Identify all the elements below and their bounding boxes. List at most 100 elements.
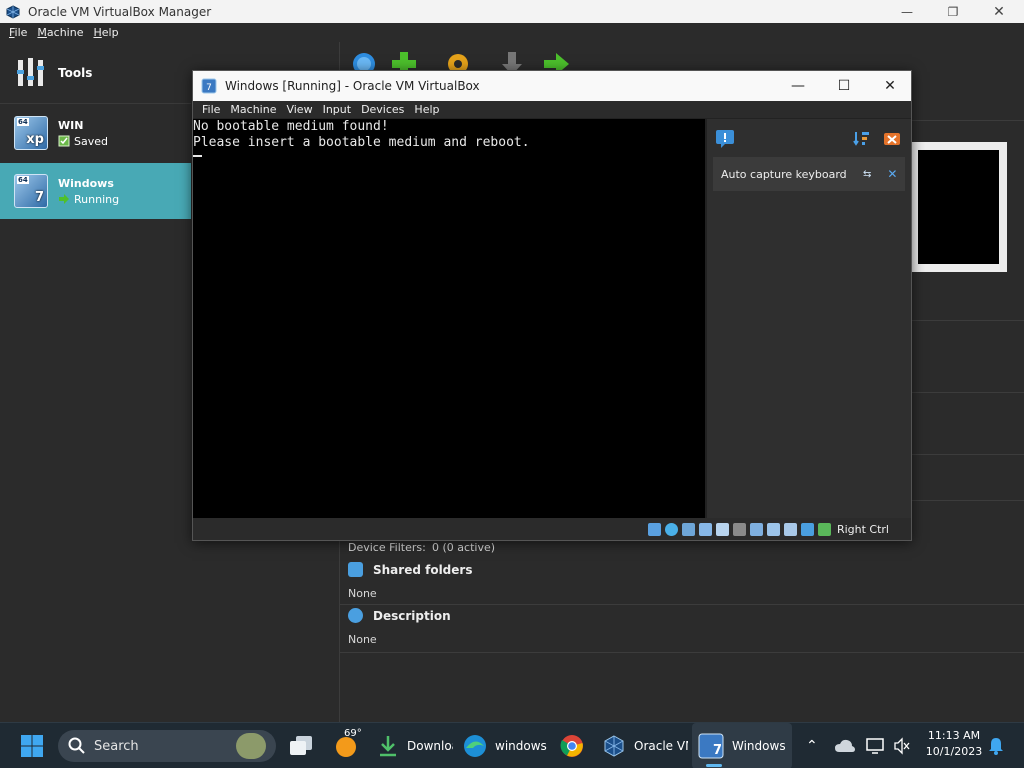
windows-taskbar: Search 69° Downloa windows ' <box>0 722 1024 768</box>
shared-folders-header[interactable]: Shared folders <box>348 562 472 577</box>
optical-drive-icon[interactable] <box>664 522 678 536</box>
tools-label: Tools <box>58 65 93 80</box>
taskbar-item-downloads[interactable]: Downloa <box>377 723 455 768</box>
shared-folders-icon[interactable] <box>732 522 746 536</box>
start-button[interactable] <box>20 723 44 768</box>
virtualbox-icon <box>604 735 624 757</box>
onedrive-cloud-icon <box>835 739 855 752</box>
taskbar-item-chrome[interactable] <box>560 723 584 768</box>
taskbar-item-vm-windows[interactable]: 7 Windows <box>692 723 792 768</box>
audio-icon[interactable] <box>681 522 695 536</box>
vm-window-icon: 7 <box>201 78 217 94</box>
chevron-up-icon: ⌃ <box>806 738 818 754</box>
vm-state: Running <box>74 192 120 206</box>
menu-file[interactable]: File <box>9 26 27 39</box>
weather-temp: 69° <box>344 728 362 739</box>
manager-menubar: File Machine Help <box>0 23 1024 42</box>
manager-title: Oracle VM VirtualBox Manager <box>28 4 212 19</box>
windows-xp-os-icon: 64 xp <box>14 116 48 150</box>
vm-menu-help[interactable]: Help <box>414 103 439 116</box>
clock-time: 11:13 AM <box>927 729 981 742</box>
taskbar-label: Downloa <box>407 739 453 753</box>
menu-machine[interactable]: Machine <box>37 26 83 39</box>
saved-state-icon <box>58 135 70 147</box>
vm-windows-icon: 7 <box>698 733 724 759</box>
download-icon <box>380 736 396 757</box>
taskbar-label: windows ' <box>495 739 549 753</box>
description-icon <box>348 608 363 623</box>
close-notification-icon[interactable]: ✕ <box>887 167 897 181</box>
mouse-integration-icon[interactable] <box>800 522 814 536</box>
description-value: None <box>348 633 377 646</box>
clear-notifications-icon[interactable] <box>883 130 901 148</box>
host-key-arrow-icon[interactable] <box>817 522 831 536</box>
virtualization-icon[interactable] <box>783 522 797 536</box>
manager-titlebar: Oracle VM VirtualBox Manager — ❐ ✕ <box>0 0 1024 23</box>
usb-icon[interactable] <box>715 522 729 536</box>
network-tray[interactable] <box>866 723 886 768</box>
folder-icon <box>348 562 363 577</box>
network-icon[interactable] <box>698 522 712 536</box>
onedrive-tray[interactable] <box>834 723 856 768</box>
vm-window-title: Windows [Running] - Oracle VM VirtualBox <box>225 79 480 93</box>
search-placeholder: Search <box>94 738 139 754</box>
sort-order-icon[interactable] <box>853 130 871 148</box>
svg-text:7: 7 <box>713 743 722 758</box>
hard-disk-icon[interactable] <box>647 522 661 536</box>
vm-menu-file[interactable]: File <box>202 103 220 116</box>
vm-menu-input[interactable]: Input <box>323 103 351 116</box>
clock-date: 10/1/2023 <box>925 745 983 758</box>
notification-center-panel: Auto capture keyboard ... ⇆ ✕ <box>705 119 911 518</box>
notification-card[interactable]: Auto capture keyboard ... ⇆ ✕ <box>713 157 905 191</box>
chrome-icon <box>560 735 583 757</box>
shared-folders-value: None <box>348 587 377 600</box>
taskbar-clock[interactable]: 11:13 AM 10/1/2023 <box>918 728 990 760</box>
device-filters-value: 0 (0 active) <box>432 541 496 554</box>
vm-list-item-win[interactable]: 64 xp WIN Saved <box>0 105 191 161</box>
windows-7-os-icon: 64 7 <box>14 174 48 208</box>
vm-name: Windows <box>58 176 114 190</box>
manager-sidebar: Tools 64 xp WIN Saved 64 7 Windows Runni… <box>0 42 191 722</box>
tools-item[interactable]: Tools <box>0 42 191 104</box>
vm-menu-devices[interactable]: Devices <box>361 103 404 116</box>
recording-icon[interactable] <box>766 522 780 536</box>
vm-window: 7 Windows [Running] - Oracle VM VirtualB… <box>192 70 912 541</box>
taskbar-label: Oracle VM <box>634 739 688 753</box>
vm-minimize-button[interactable]: — <box>775 71 821 101</box>
task-view-button[interactable] <box>288 723 314 768</box>
task-view-icon <box>290 736 312 755</box>
show-hidden-icons-button[interactable]: ⌃ <box>806 723 818 768</box>
vm-titlebar: 7 Windows [Running] - Oracle VM VirtualB… <box>193 71 911 101</box>
weather-widget[interactable]: 69° <box>334 723 362 768</box>
vm-list-item-windows[interactable]: 64 7 Windows Running <box>0 163 191 219</box>
vm-maximize-button[interactable]: ☐ <box>821 71 867 101</box>
edge-icon <box>464 735 486 757</box>
notification-icon[interactable] <box>715 129 735 149</box>
active-indicator <box>706 764 722 767</box>
vm-menu-view[interactable]: View <box>286 103 312 116</box>
keep-notification-icon[interactable]: ⇆ <box>863 169 871 180</box>
description-header[interactable]: Description <box>348 608 451 623</box>
vm-preview-thumbnail <box>910 142 1007 272</box>
vm-console-screen[interactable]: No bootable medium found! Please insert … <box>193 119 705 518</box>
menu-help[interactable]: Help <box>93 26 118 39</box>
taskbar-item-edge[interactable]: windows ' <box>463 723 549 768</box>
notifications-button[interactable] <box>988 723 1004 768</box>
vm-statusbar: Right Ctrl <box>193 518 911 540</box>
windows-start-icon <box>21 735 43 757</box>
taskbar-search-box[interactable]: Search <box>58 730 276 762</box>
volume-tray[interactable] <box>893 723 911 768</box>
svg-text:7: 7 <box>206 83 212 93</box>
taskbar-label: Windows <box>732 739 786 753</box>
vm-menubar: File Machine View Input Devices Help <box>193 101 911 119</box>
display-icon[interactable] <box>749 522 763 536</box>
vm-close-button[interactable]: ✕ <box>867 71 913 101</box>
vm-menu-machine[interactable]: Machine <box>230 103 276 116</box>
search-icon <box>68 737 85 754</box>
taskbar-item-virtualbox-manager[interactable]: Oracle VM <box>602 723 690 768</box>
network-monitor-icon <box>866 738 884 754</box>
maximize-button[interactable]: ❐ <box>930 0 976 23</box>
minimize-button[interactable]: — <box>884 0 930 23</box>
volume-muted-icon <box>894 737 910 755</box>
close-button[interactable]: ✕ <box>976 0 1022 23</box>
